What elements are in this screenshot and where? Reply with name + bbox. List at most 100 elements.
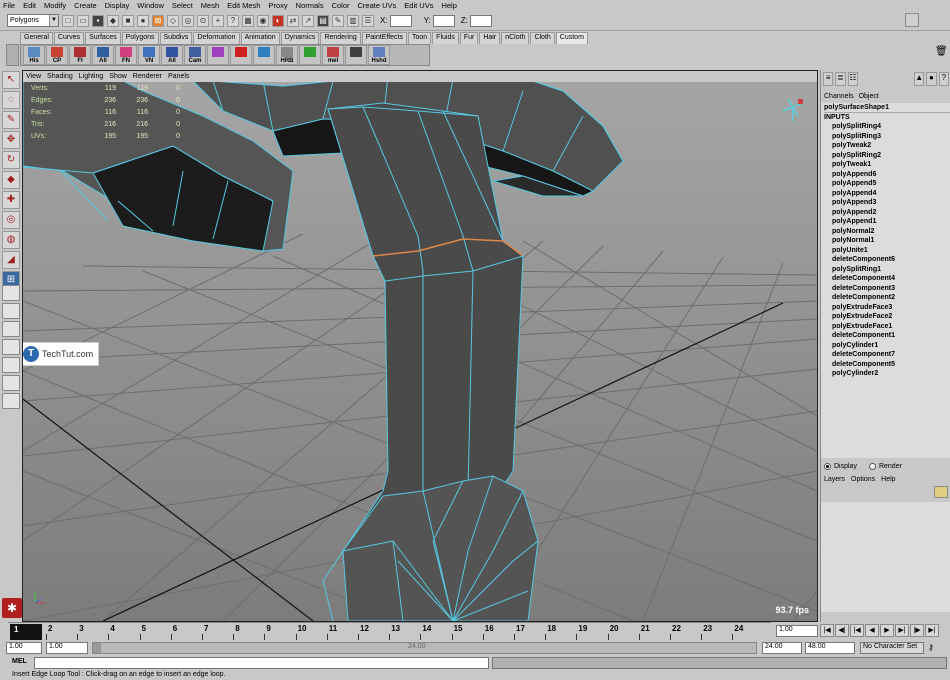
shelf-button-2[interactable]: FI	[69, 45, 91, 65]
shelf-button-0[interactable]: His	[23, 45, 45, 65]
go-to-start-icon[interactable]: |◀	[820, 624, 834, 637]
scale-tool-icon[interactable]: ◆	[2, 171, 20, 189]
manipulator-icon[interactable]: ✚	[2, 191, 20, 209]
input-node-26[interactable]: polyCylinder2	[824, 369, 950, 379]
menu-item-1[interactable]: Edit	[23, 1, 36, 10]
shelf-button-6[interactable]: All	[161, 45, 183, 65]
menu-item-12[interactable]: Create UVs	[358, 1, 397, 10]
shelf-button-5[interactable]: VN	[138, 45, 160, 65]
persp-graph-icon[interactable]	[2, 357, 20, 373]
shelf-button-7[interactable]: Cam	[184, 45, 206, 65]
shape-node[interactable]: polySurfaceShape1	[824, 103, 950, 113]
shelf-tab-5[interactable]: Deformation	[193, 32, 240, 44]
range-handle[interactable]	[93, 643, 101, 653]
viewport-menu-item-1[interactable]: Shading	[47, 73, 73, 80]
single-pane-icon[interactable]	[2, 285, 20, 301]
shelf-button-4[interactable]: FN	[115, 45, 137, 65]
shelf-button-13[interactable]: mel	[322, 45, 344, 65]
save-scene-icon[interactable]: ▪	[92, 14, 104, 27]
render-radio[interactable]: Render	[868, 463, 902, 470]
channel-box-icon[interactable]: ▥	[347, 14, 359, 27]
shelf-button-12[interactable]	[299, 45, 321, 65]
soft-mod-icon[interactable]: ◎	[2, 211, 20, 229]
show-manip-icon[interactable]: ◍	[2, 231, 20, 249]
shelf-tab-1[interactable]: Curves	[53, 32, 85, 44]
input-node-20[interactable]: polyExtrudeFace2	[824, 312, 950, 322]
input-node-22[interactable]: deleteComponent1	[824, 331, 950, 341]
select-component-icon[interactable]: ●	[137, 14, 149, 27]
radio-off-icon[interactable]	[868, 463, 876, 470]
viewport-menu-item-4[interactable]: Renderer	[133, 73, 162, 80]
current-frame-marker[interactable]: 1	[10, 624, 42, 640]
help-icon[interactable]: ?	[938, 72, 949, 86]
shelf-tab-9[interactable]: PaintEffects	[361, 32, 407, 44]
viewport-menu-item-5[interactable]: Panels	[168, 73, 189, 80]
input-node-13[interactable]: polyUnite1	[824, 246, 950, 256]
input-node-19[interactable]: polyExtrudeFace3	[824, 303, 950, 313]
outliner-icon[interactable]: ☰	[362, 14, 374, 27]
shelf-tab-13[interactable]: Hair	[479, 32, 501, 44]
make-live-icon[interactable]: +	[212, 14, 224, 27]
menu-item-2[interactable]: Modify	[44, 1, 66, 10]
shelf-menu-handle[interactable]	[6, 44, 19, 66]
shelf-button-1[interactable]: CP	[46, 45, 68, 65]
input-node-4[interactable]: polyTweak1	[824, 160, 950, 170]
step-back-key-icon[interactable]: ◀|	[835, 624, 849, 637]
paint-select-icon[interactable]: ✎	[2, 111, 20, 129]
input-node-23[interactable]: polyCylinder1	[824, 341, 950, 351]
open-scene-icon[interactable]: ▭	[77, 14, 89, 27]
menu-item-6[interactable]: Select	[172, 1, 193, 10]
viewport-menu-item-2[interactable]: Lighting	[79, 73, 104, 80]
new-scene-icon[interactable]: □	[62, 14, 74, 27]
manip-icon[interactable]: ▲	[913, 72, 925, 86]
input-node-8[interactable]: polyAppend3	[824, 198, 950, 208]
attribute-editor-icon[interactable]: ▤	[317, 14, 329, 27]
menu-item-4[interactable]: Display	[105, 1, 130, 10]
new-layer-icon[interactable]	[934, 486, 948, 498]
layer-menu-item-0[interactable]: Layers	[824, 476, 845, 483]
character-set-select[interactable]: No Character Set	[860, 642, 924, 654]
move-tool-icon[interactable]: ✥	[2, 131, 20, 149]
play-forward-icon[interactable]: ▶	[880, 624, 894, 637]
persp-hypershade-icon[interactable]	[2, 375, 20, 391]
persp-outliner-icon[interactable]	[2, 339, 20, 355]
menu-item-0[interactable]: File	[3, 1, 15, 10]
shelf-tab-12[interactable]: Fur	[459, 32, 479, 44]
step-back-icon[interactable]: |◀	[850, 624, 864, 637]
shelf-tab-10[interactable]: Toon	[407, 32, 432, 44]
input-output-icon[interactable]: ⇄	[287, 14, 299, 27]
snap-curve-icon[interactable]: ◇	[167, 14, 179, 27]
select-hierarchy-icon[interactable]: ◆	[107, 14, 119, 27]
shelf-tab-14[interactable]: nCloth	[501, 32, 530, 44]
shelf-tab-7[interactable]: Dynamics	[280, 32, 320, 44]
menu-item-13[interactable]: Edit UVs	[404, 1, 433, 10]
attribute-icon[interactable]: ☷	[847, 72, 858, 86]
input-node-24[interactable]: deleteComponent7	[824, 350, 950, 360]
perspective-viewport[interactable]: View Shading Lighting Show Renderer Panels Ve…	[22, 70, 818, 622]
shelf-button-11[interactable]: HRB	[276, 45, 298, 65]
render-settings-icon[interactable]: ◐	[272, 14, 284, 27]
shelf-tab-8[interactable]: Rendering	[320, 32, 361, 44]
channel-menu-item-1[interactable]: Object	[859, 93, 879, 100]
channel-box-icon[interactable]: ≡	[823, 72, 834, 86]
input-node-7[interactable]: polyAppend4	[824, 189, 950, 199]
shelf-tab-16[interactable]: Custom	[555, 32, 588, 44]
layer-menu-item-2[interactable]: Help	[881, 476, 895, 483]
menu-item-5[interactable]: Window	[137, 1, 164, 10]
shelf-tab-4[interactable]: Subdivs	[159, 32, 193, 44]
trash-icon[interactable]: 🗑	[935, 46, 948, 58]
menu-item-7[interactable]: Mesh	[201, 1, 219, 10]
shelf-tab-0[interactable]: General	[20, 32, 53, 44]
input-node-11[interactable]: polyNormal2	[824, 227, 950, 237]
chevron-down-icon[interactable]: ▼	[49, 15, 58, 26]
menu-item-9[interactable]: Proxy	[268, 1, 287, 10]
side-by-side-icon[interactable]	[2, 321, 20, 337]
menu-item-11[interactable]: Color	[332, 1, 350, 10]
input-node-0[interactable]: polySplitRing4	[824, 122, 950, 132]
step-forward-key-icon[interactable]: |▶	[910, 624, 924, 637]
input-node-25[interactable]: deleteComponent5	[824, 360, 950, 370]
playback-start-field[interactable]: 1.00	[46, 642, 88, 654]
z-field[interactable]	[469, 14, 492, 27]
input-node-6[interactable]: polyAppend5	[824, 179, 950, 189]
menu-item-10[interactable]: Normals	[296, 1, 324, 10]
